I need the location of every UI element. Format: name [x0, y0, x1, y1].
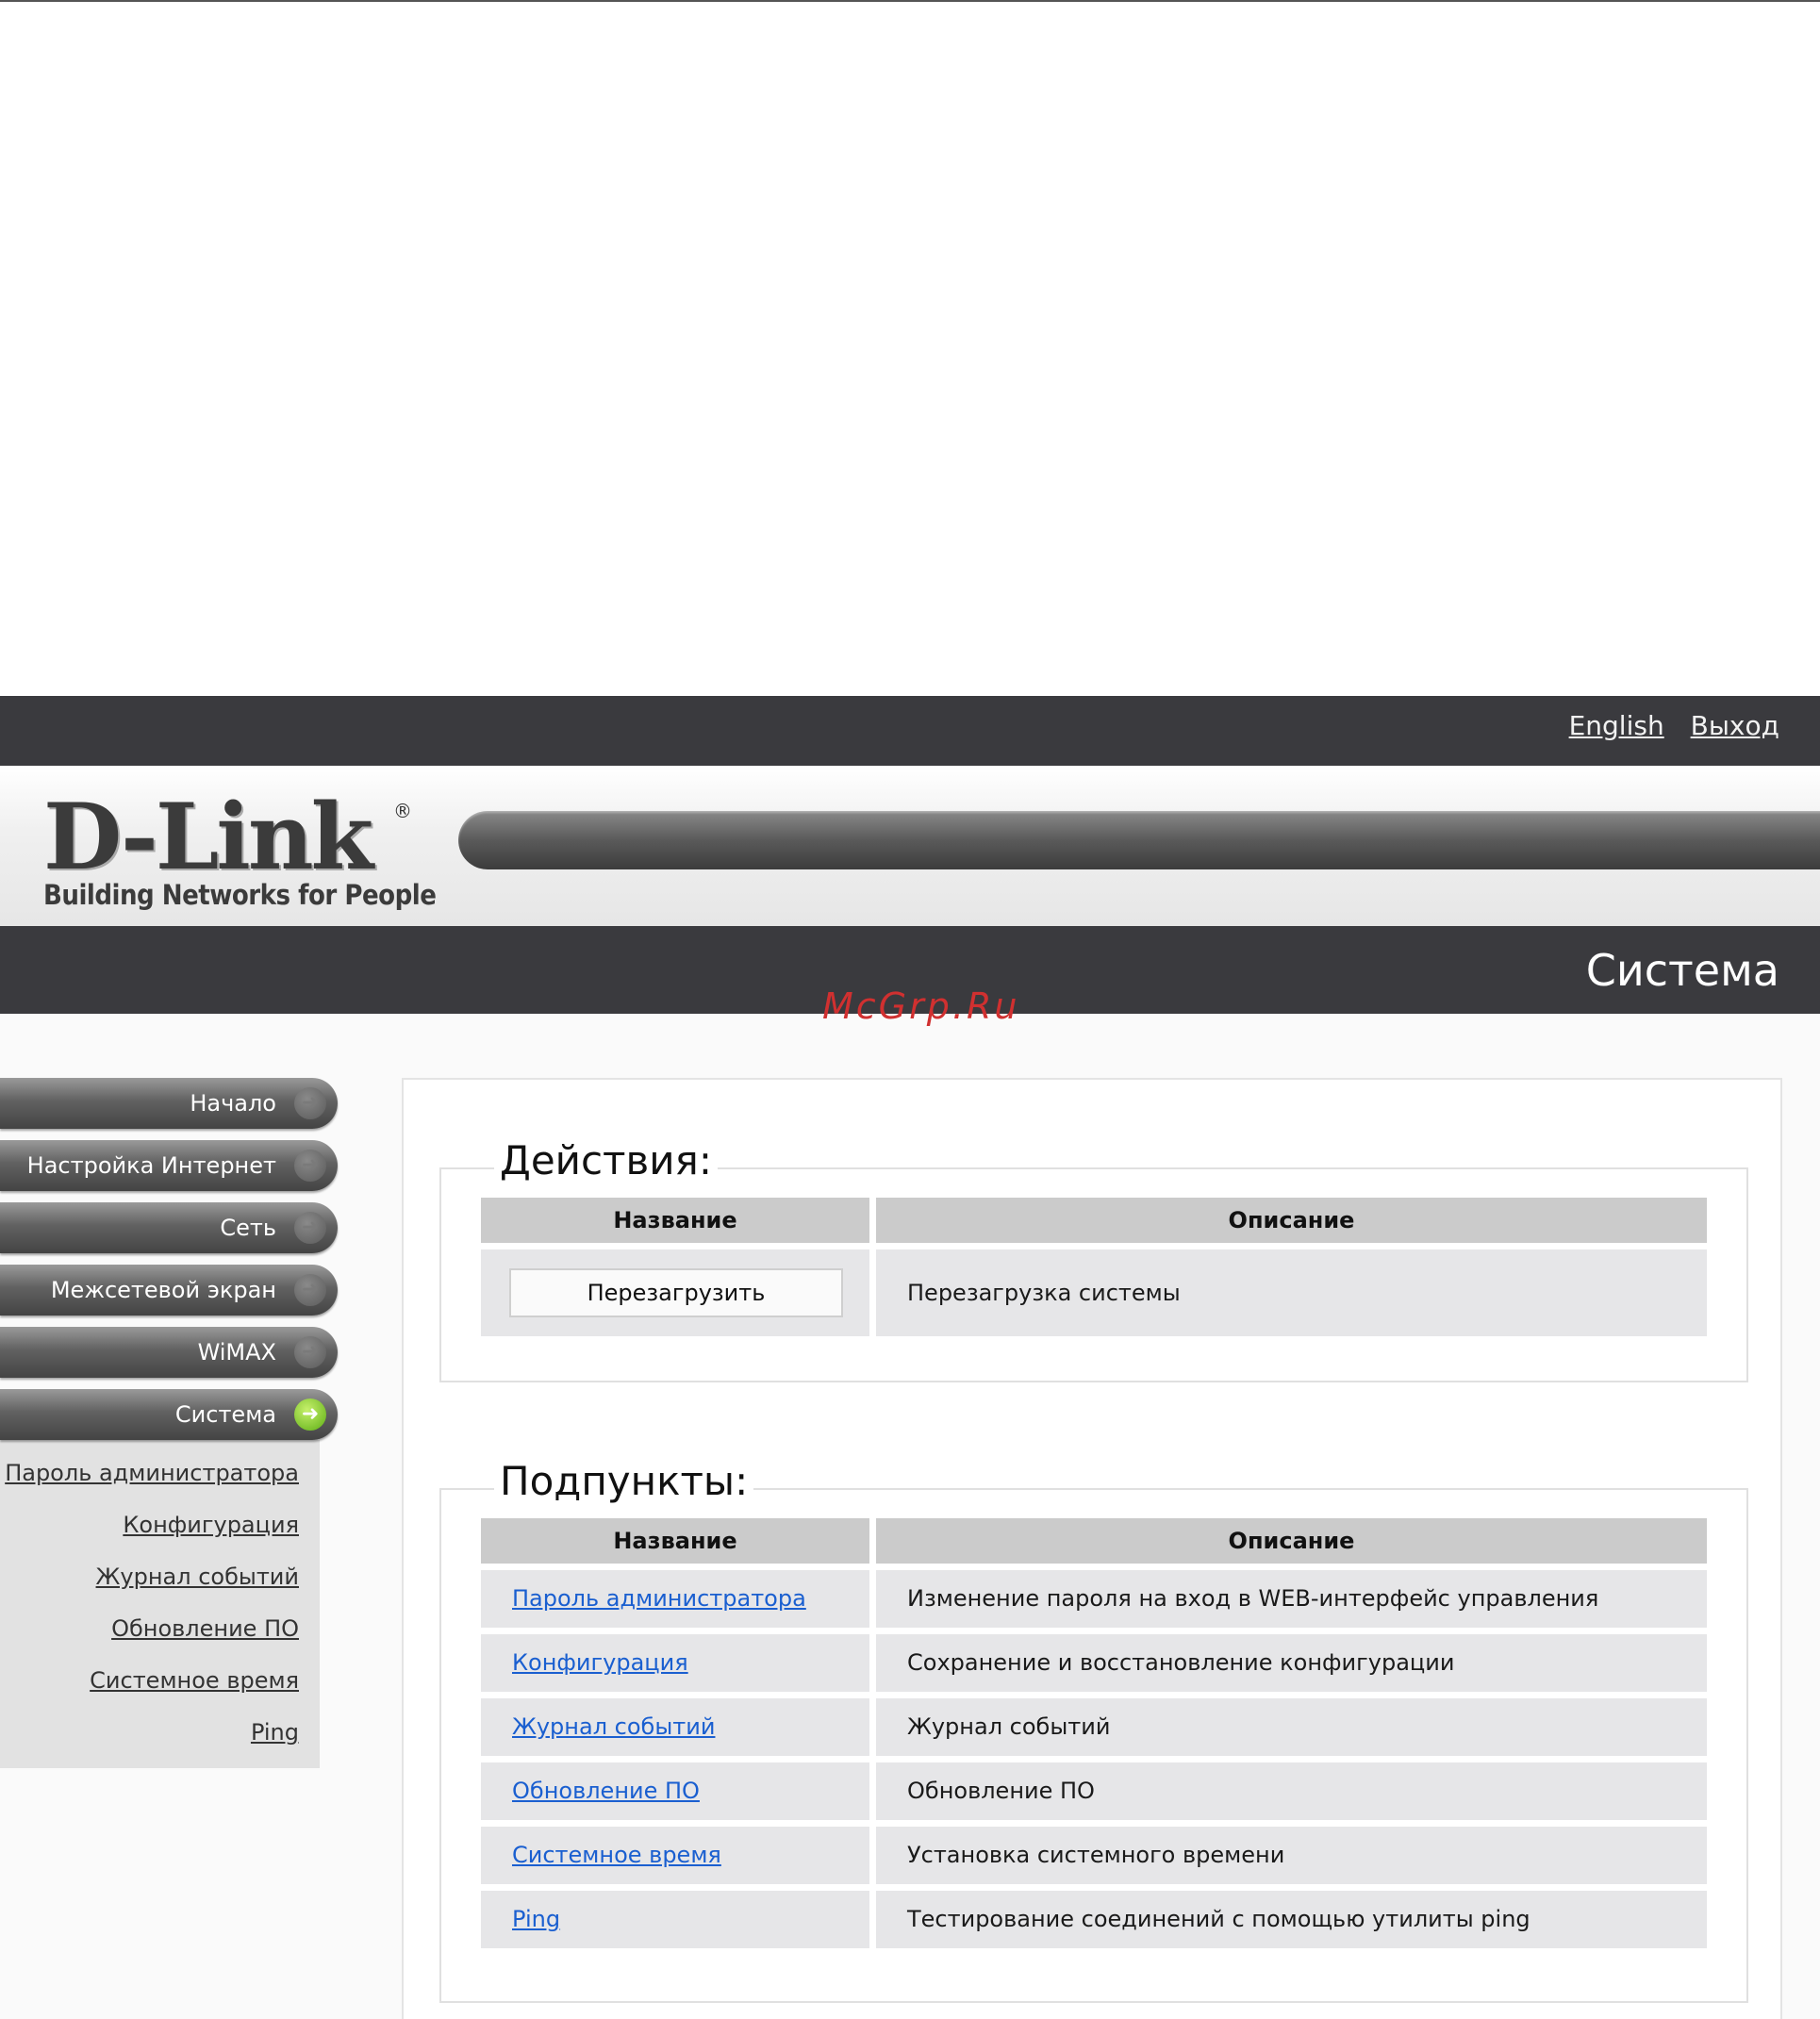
- reboot-button[interactable]: Перезагрузить: [509, 1268, 843, 1317]
- sidebar-item-label: WiMAX: [197, 1339, 276, 1365]
- header-decorative-bar: [458, 811, 1820, 869]
- sidebar-item-label: Сеть: [220, 1215, 276, 1241]
- link-admin-password[interactable]: Пароль администратора: [512, 1585, 806, 1612]
- content-panel: Действия: Название Описание Перезагрузит…: [402, 1078, 1782, 2019]
- subitems-legend: Подпункты:: [494, 1458, 754, 1504]
- column-header-description: Описание: [876, 1518, 1707, 1564]
- logo-band: D-Link ® Building Networks for People: [0, 766, 1820, 926]
- system-submenu: Пароль администратора Конфигурация Журна…: [0, 1440, 320, 1768]
- arrow-right-icon: ➜: [294, 1274, 326, 1306]
- table-cell: Журнал событий: [876, 1698, 1707, 1756]
- table-cell: Ping: [481, 1891, 869, 1948]
- arrow-right-icon: ➜: [294, 1212, 326, 1244]
- column-header-name: Название: [481, 1518, 869, 1564]
- arrow-right-icon: ➜: [294, 1087, 326, 1119]
- table-row: Перезагрузить Перезагрузка системы: [481, 1249, 1707, 1336]
- table-cell: Журнал событий: [481, 1698, 869, 1756]
- submenu-system-time[interactable]: Системное время: [0, 1655, 320, 1707]
- table-cell: Системное время: [481, 1827, 869, 1884]
- table-cell: Пароль администратора: [481, 1570, 869, 1628]
- actions-legend: Действия:: [494, 1137, 718, 1183]
- subitems-fieldset: Подпункты: Название Описание Пароль адми…: [439, 1458, 1748, 2003]
- submenu-firmware-update[interactable]: Обновление ПО: [0, 1603, 320, 1655]
- router-web-ui: English Выход D-Link ® Building Networks…: [0, 696, 1820, 2019]
- actions-table: Название Описание Перезагрузить Перезагр…: [481, 1198, 1707, 1343]
- sidebar-item-network[interactable]: Сеть ➜: [0, 1202, 338, 1253]
- top-bar: English Выход: [0, 696, 1820, 766]
- column-header-description: Описание: [876, 1198, 1707, 1243]
- logout-link[interactable]: Выход: [1691, 710, 1779, 741]
- sidebar-item-internet-setup[interactable]: Настройка Интернет ➜: [0, 1140, 338, 1191]
- dlink-logo: D-Link ® Building Networks for People: [43, 784, 437, 912]
- sidebar-item-label: Межсетевой экран: [50, 1277, 276, 1303]
- submenu-admin-password[interactable]: Пароль администратора: [0, 1448, 320, 1499]
- logo-wordmark: D-Link: [43, 784, 373, 890]
- link-event-log[interactable]: Журнал событий: [512, 1713, 715, 1740]
- table-cell: Перезагрузка системы: [876, 1249, 1707, 1336]
- page-title: Система: [1585, 945, 1779, 996]
- sidebar-item-label: Настройка Интернет: [26, 1152, 276, 1179]
- watermark: McGrp.Ru: [822, 985, 1020, 1027]
- table-row: Системное время Установка системного вре…: [481, 1827, 1707, 1884]
- actions-fieldset: Действия: Название Описание Перезагрузит…: [439, 1137, 1748, 1382]
- sidebar-item-firewall[interactable]: Межсетевой экран ➜: [0, 1265, 338, 1316]
- link-ping[interactable]: Ping: [512, 1906, 560, 1932]
- table-row: Конфигурация Сохранение и восстановление…: [481, 1634, 1707, 1692]
- submenu-event-log[interactable]: Журнал событий: [0, 1551, 320, 1603]
- table-header-row: Название Описание: [481, 1198, 1707, 1243]
- sidebar-item-label: Система: [174, 1401, 276, 1428]
- sidebar-item-home[interactable]: Начало ➜: [0, 1078, 338, 1129]
- arrow-right-active-icon: ➜: [294, 1398, 326, 1431]
- link-firmware-update[interactable]: Обновление ПО: [512, 1778, 700, 1804]
- subitems-table: Название Описание Пароль администратора …: [481, 1518, 1707, 1955]
- table-header-row: Название Описание: [481, 1518, 1707, 1564]
- table-row: Журнал событий Журнал событий: [481, 1698, 1707, 1756]
- registered-mark: ®: [393, 800, 412, 822]
- page-top-rule: [0, 0, 1820, 2]
- table-row: Ping Тестирование соединений с помощью у…: [481, 1891, 1707, 1948]
- table-cell: Изменение пароля на вход в WEB-интерфейс…: [876, 1570, 1707, 1628]
- table-cell: Установка системного времени: [876, 1827, 1707, 1884]
- arrow-right-icon: ➜: [294, 1336, 326, 1368]
- link-configuration[interactable]: Конфигурация: [512, 1649, 688, 1676]
- table-cell: Сохранение и восстановление конфигурации: [876, 1634, 1707, 1692]
- submenu-ping[interactable]: Ping: [0, 1707, 320, 1759]
- table-cell: Обновление ПО: [481, 1762, 869, 1820]
- sidebar-item-wimax[interactable]: WiMAX ➜: [0, 1327, 338, 1378]
- submenu-configuration[interactable]: Конфигурация: [0, 1499, 320, 1551]
- sidebar: Начало ➜ Настройка Интернет ➜ Сеть ➜ Меж…: [0, 1078, 339, 1768]
- table-row: Пароль администратора Изменение пароля н…: [481, 1570, 1707, 1628]
- table-cell: Тестирование соединений с помощью утилит…: [876, 1891, 1707, 1948]
- sidebar-item-label: Начало: [190, 1090, 276, 1117]
- table-cell: Конфигурация: [481, 1634, 869, 1692]
- top-links: English Выход: [1551, 710, 1779, 741]
- table-cell: Обновление ПО: [876, 1762, 1707, 1820]
- arrow-right-icon: ➜: [294, 1150, 326, 1182]
- logo-tagline: Building Networks for People: [43, 879, 437, 911]
- language-english-link[interactable]: English: [1569, 710, 1664, 741]
- link-system-time[interactable]: Системное время: [512, 1842, 721, 1868]
- column-header-name: Название: [481, 1198, 869, 1243]
- table-cell: Перезагрузить: [481, 1249, 869, 1336]
- sidebar-item-system[interactable]: Система ➜: [0, 1389, 338, 1440]
- table-row: Обновление ПО Обновление ПО: [481, 1762, 1707, 1820]
